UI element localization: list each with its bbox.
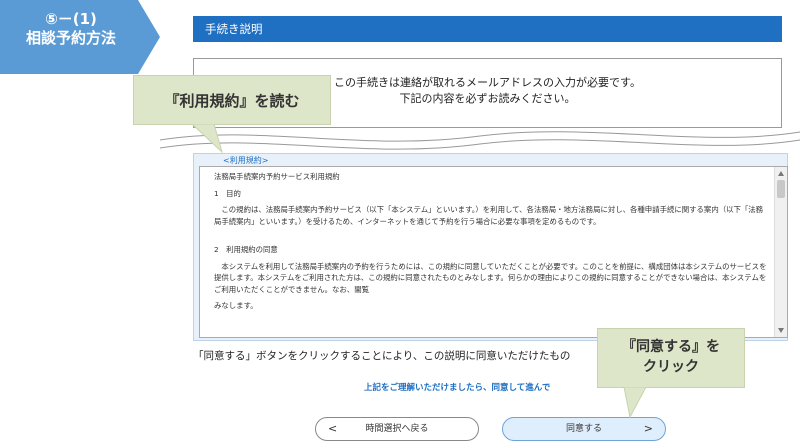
screen: ⑤－(1) 相談予約方法 手続き説明 この手続きは連絡が取れるメールアドレスの入… [0, 0, 800, 443]
step-number: ⑤－(1) [45, 10, 97, 28]
back-button[interactable]: < 時間選択へ戻る [315, 417, 479, 441]
proceed-note: 上記をご理解いただけましたら、同意して進んで [364, 383, 551, 393]
step-tab-text: ⑤－(1) 相談予約方法 [0, 10, 142, 48]
callout-agree-line-1: 『同意する』を [622, 339, 720, 355]
scroll-up-icon[interactable] [778, 171, 784, 176]
terms-label: <利用規約> [223, 156, 269, 165]
callout-click-agree: 『同意する』を クリック [597, 328, 745, 388]
terms-section-1-body: この規約は、法務局手続案内予約サービス（以下「本システム」といいます。）を利用し… [214, 205, 764, 226]
terms-scrollbar[interactable] [774, 167, 787, 337]
chevron-right-icon: > [643, 422, 653, 435]
callout-agree-line-2: クリック [643, 359, 699, 375]
agree-statement: 「同意する」ボタンをクリックすることにより、この説明に同意いただけたもの [193, 350, 571, 362]
agree-button-label: 同意する [565, 424, 602, 434]
chevron-left-icon: < [328, 422, 338, 435]
back-button-label: 時間選択へ戻る [365, 424, 429, 434]
agree-button[interactable]: 同意する > [502, 417, 666, 441]
callout-agree-pointer [623, 387, 647, 419]
terms-section-2-tail: みなします。 [214, 301, 258, 310]
scroll-down-icon[interactable] [778, 328, 784, 333]
callout-read-text: 『利用規約』を読む [164, 92, 300, 110]
step-tab: ⑤－(1) 相談予約方法 [0, 0, 160, 74]
step-label: 相談予約方法 [25, 29, 116, 47]
terms-section-1-heading: 1 目的 [214, 188, 241, 198]
section-title: 手続き説明 [205, 22, 263, 36]
callout-read-terms: 『利用規約』を読む [133, 75, 331, 125]
terms-section-2-heading: 2 利用規約の同意 [214, 245, 278, 254]
callout-read-pointer [191, 124, 223, 154]
section-header: 手続き説明 [193, 16, 782, 42]
terms-title: 法務局手続案内予約サービス利用規約 [214, 172, 340, 181]
terms-section-2-body: 本システムを利用して法務局手続案内の予約を行うためには、この規約に同意していただ… [214, 261, 767, 294]
terms-content: 法務局手続案内予約サービス利用規約 1 目的 この規約は、法務局手続案内予約サー… [214, 171, 769, 317]
terms-scroll-area[interactable]: 法務局手続案内予約サービス利用規約 1 目的 この規約は、法務局手続案内予約サー… [199, 166, 788, 338]
scroll-thumb[interactable] [777, 180, 785, 198]
